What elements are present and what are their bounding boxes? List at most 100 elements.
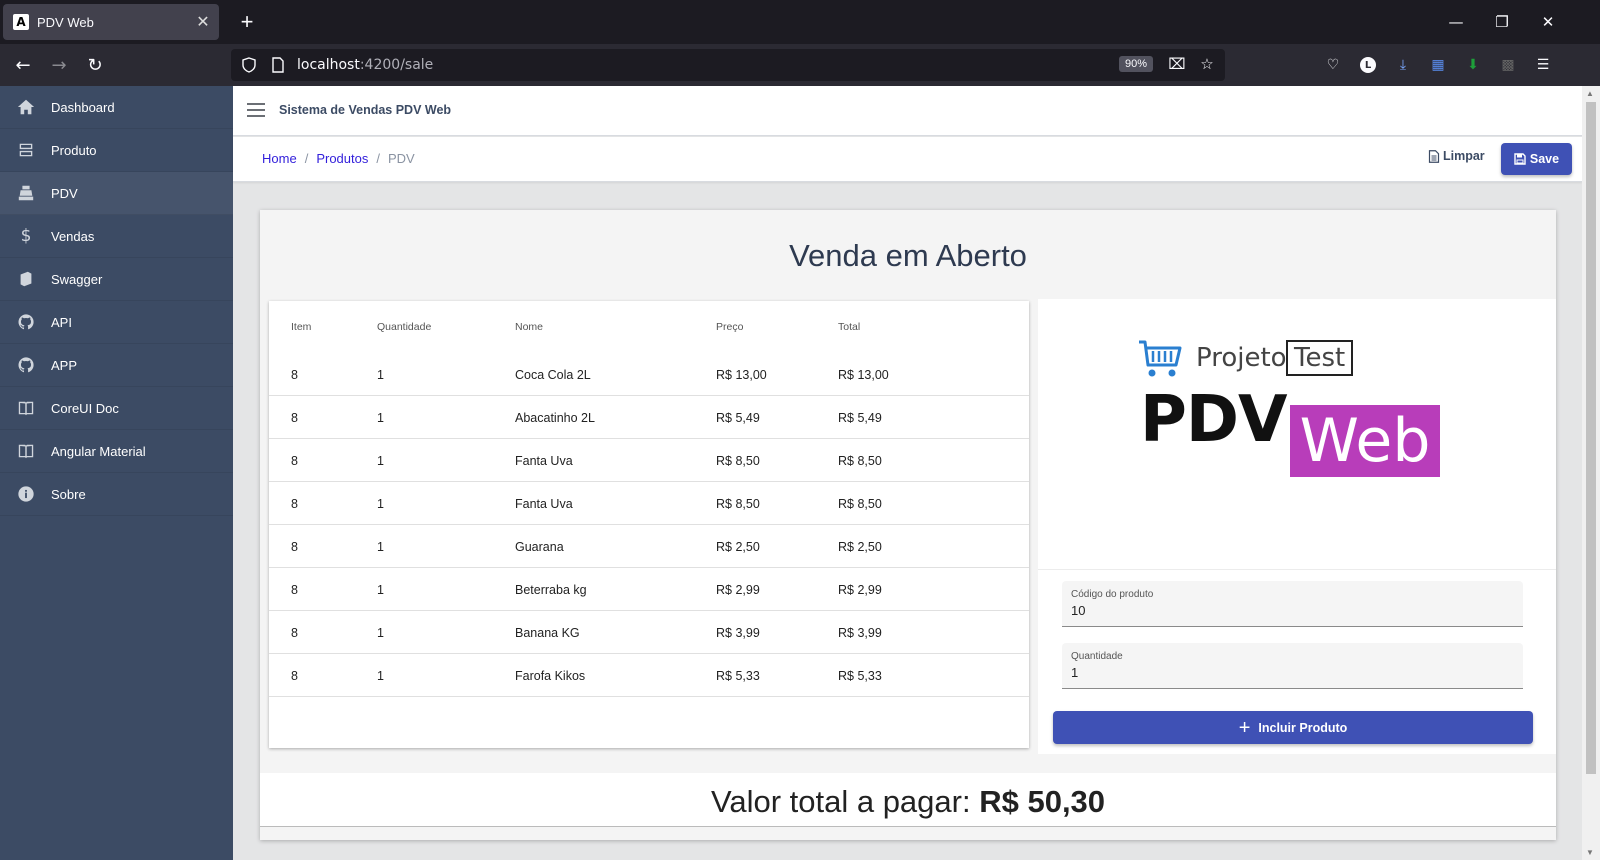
codigo-produto-input[interactable] bbox=[1071, 603, 1511, 618]
pocket-icon[interactable]: ♡ bbox=[1322, 54, 1344, 76]
cell-preco: R$ 2,99 bbox=[716, 583, 760, 597]
list-icon bbox=[16, 140, 36, 160]
cell-quantidade: 1 bbox=[377, 497, 384, 511]
app-title: Sistema de Vendas PDV Web bbox=[279, 103, 452, 117]
total-text: Valor total a pagar: R$ 50,30 bbox=[260, 784, 1556, 820]
restore-icon[interactable]: ❐ bbox=[1479, 0, 1525, 44]
sidebar-item-produto[interactable]: Produto bbox=[0, 129, 233, 172]
scroll-down-arrow-icon[interactable]: ▼ bbox=[1586, 848, 1594, 857]
dollar-icon: $ bbox=[20, 226, 32, 246]
save-button[interactable]: Save bbox=[1501, 143, 1572, 175]
sidebar-item-vendas[interactable]: $ Vendas bbox=[0, 215, 233, 258]
cell-total: R$ 5,49 bbox=[838, 411, 882, 425]
reload-icon[interactable]: ↻ bbox=[80, 50, 110, 80]
breadcrumb-home[interactable]: Home bbox=[262, 151, 297, 166]
incluir-produto-button[interactable]: + Incluir Produto bbox=[1053, 711, 1533, 744]
table-row[interactable]: 8 1 Beterraba kg R$ 2,99 R$ 2,99 bbox=[269, 568, 1029, 611]
url-host: localhost bbox=[297, 57, 360, 73]
quantidade-input[interactable] bbox=[1071, 665, 1511, 680]
table-row[interactable]: 8 1 Fanta Uva R$ 8,50 R$ 8,50 bbox=[269, 439, 1029, 482]
github-icon bbox=[16, 355, 36, 375]
sidebar-item-swagger[interactable]: Swagger bbox=[0, 258, 233, 301]
translator-extension-icon[interactable]: ▦ bbox=[1427, 54, 1449, 76]
sidebar-item-label: Vendas bbox=[51, 228, 95, 244]
forward-arrow-icon[interactable]: → bbox=[44, 50, 74, 80]
column-header-item[interactable]: Item bbox=[291, 321, 311, 333]
sidebar-item-api[interactable]: API bbox=[0, 301, 233, 344]
plus-icon: + bbox=[1238, 716, 1251, 739]
cell-nome: Fanta Uva bbox=[515, 454, 573, 468]
sidebar-item-label: API bbox=[51, 314, 72, 330]
sidebar-item-coreui-doc[interactable]: CoreUI Doc bbox=[0, 387, 233, 430]
hamburger-menu-icon[interactable] bbox=[247, 103, 265, 117]
minimize-icon[interactable]: — bbox=[1433, 0, 1479, 44]
column-header-nome[interactable]: Nome bbox=[515, 321, 543, 333]
new-tab-button[interactable]: + bbox=[233, 8, 261, 36]
column-header-quantidade[interactable]: Quantidade bbox=[377, 321, 431, 333]
table-row[interactable]: 8 1 Guarana R$ 2,50 R$ 2,50 bbox=[269, 525, 1029, 568]
breadcrumb-produtos[interactable]: Produtos bbox=[316, 151, 368, 166]
tab-title: PDV Web bbox=[37, 14, 94, 30]
file-icon bbox=[1428, 149, 1440, 163]
translate-icon[interactable]: ⌧ bbox=[1167, 55, 1187, 75]
tab-close-icon[interactable]: ✕ bbox=[191, 12, 215, 32]
zoom-level-badge[interactable]: 90% bbox=[1118, 56, 1153, 72]
cell-item: 8 bbox=[291, 540, 298, 554]
sidebar-item-dashboard[interactable]: Dashboard bbox=[0, 86, 233, 129]
logo-projeto-text: Projeto bbox=[1196, 343, 1287, 373]
cell-total: R$ 5,33 bbox=[838, 669, 882, 683]
bookmark-star-icon[interactable]: ☆ bbox=[1197, 55, 1217, 75]
cell-preco: R$ 8,50 bbox=[716, 497, 760, 511]
cell-nome: Farofa Kikos bbox=[515, 669, 586, 683]
sidebar-item-angular-material[interactable]: Angular Material bbox=[0, 430, 233, 473]
total-bar: Valor total a pagar: R$ 50,30 bbox=[260, 773, 1556, 827]
window-close-icon[interactable]: ✕ bbox=[1525, 0, 1571, 44]
cell-total: R$ 8,50 bbox=[838, 454, 882, 468]
shopping-cart-icon bbox=[1139, 340, 1182, 377]
account-icon[interactable]: L bbox=[1357, 54, 1379, 76]
sidebar-item-app[interactable]: APP bbox=[0, 344, 233, 387]
quantidade-label: Quantidade bbox=[1071, 651, 1123, 662]
breadcrumb-separator: / bbox=[304, 151, 309, 166]
cell-item: 8 bbox=[291, 368, 298, 382]
sidebar-item-label: PDV bbox=[51, 185, 78, 201]
codigo-produto-field[interactable]: Código do produto bbox=[1062, 581, 1523, 627]
pdv-web-logo: Projeto Test PDV Web bbox=[1138, 339, 1448, 489]
table-row[interactable]: 8 1 Banana KG R$ 3,99 R$ 3,99 bbox=[269, 611, 1029, 654]
product-entry-panel: Projeto Test PDV Web Código do produto Q… bbox=[1038, 299, 1556, 754]
table-header: Item Quantidade Nome Preço Total bbox=[269, 301, 1029, 353]
scrollbar-thumb[interactable] bbox=[1586, 102, 1596, 774]
column-header-total[interactable]: Total bbox=[838, 321, 860, 333]
panel-divider bbox=[1038, 569, 1556, 570]
column-header-preco[interactable]: Preço bbox=[716, 321, 743, 333]
page-scrollbar[interactable]: ▲ ▼ bbox=[1582, 86, 1600, 860]
cell-quantidade: 1 bbox=[377, 626, 384, 640]
limpar-label: Limpar bbox=[1443, 149, 1485, 163]
download-icon[interactable]: ⤓ bbox=[1392, 54, 1414, 76]
cell-preco: R$ 13,00 bbox=[716, 368, 767, 382]
sidebar-item-label: CoreUI Doc bbox=[51, 400, 119, 416]
scroll-up-arrow-icon[interactable]: ▲ bbox=[1586, 89, 1594, 98]
sidebar-item-pdv[interactable]: PDV bbox=[0, 172, 233, 215]
menu-icon[interactable]: ☰ bbox=[1532, 54, 1554, 76]
sidebar-item-sobre[interactable]: Sobre bbox=[0, 473, 233, 516]
table-row[interactable]: 8 1 Coca Cola 2L R$ 13,00 R$ 13,00 bbox=[269, 353, 1029, 396]
cell-preco: R$ 5,33 bbox=[716, 669, 760, 683]
sale-title: Venda em Aberto bbox=[789, 238, 1027, 273]
back-arrow-icon[interactable]: ← bbox=[8, 50, 38, 80]
limpar-button[interactable]: Limpar bbox=[1428, 149, 1485, 163]
app-header: Sistema de Vendas PDV Web bbox=[233, 86, 1582, 136]
url-bar[interactable]: localhost:4200/sale 90% ⌧ ☆ bbox=[231, 49, 1225, 81]
sidebar-item-label: Sobre bbox=[51, 486, 86, 502]
cell-item: 8 bbox=[291, 411, 298, 425]
sidebar-item-label: Angular Material bbox=[51, 443, 146, 459]
sidebar-item-label: Swagger bbox=[51, 271, 103, 287]
table-row[interactable]: 8 1 Farofa Kikos R$ 5,33 R$ 5,33 bbox=[269, 654, 1029, 697]
table-row[interactable]: 8 1 Fanta Uva R$ 8,50 R$ 8,50 bbox=[269, 482, 1029, 525]
table-row[interactable]: 8 1 Abacatinho 2L R$ 5,49 R$ 5,49 bbox=[269, 396, 1029, 439]
quantidade-field[interactable]: Quantidade bbox=[1062, 643, 1523, 689]
browser-tab[interactable]: A PDV Web ✕ bbox=[3, 4, 219, 40]
green-download-extension-icon[interactable]: ⬇ bbox=[1462, 54, 1484, 76]
extension-icon[interactable]: ▩ bbox=[1497, 54, 1519, 76]
sidebar-item-label: APP bbox=[51, 357, 78, 373]
